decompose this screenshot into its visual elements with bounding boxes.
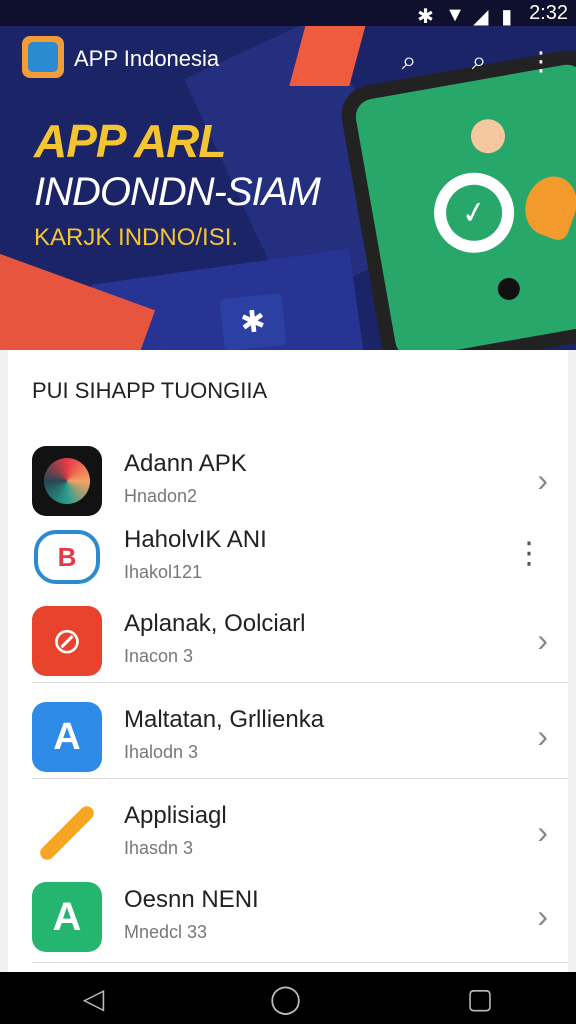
- camera-dot: [496, 276, 522, 302]
- app-name: Maltatan, Grllienka: [124, 706, 325, 733]
- hero-headline-3: KARJK INDNO/ISI.: [34, 224, 239, 251]
- search-icon[interactable]: ⌕: [394, 45, 424, 76]
- divider: [32, 778, 568, 779]
- list-item[interactable]: ⊘ Aplanak, Oolciarl Inacon 3 ›: [8, 594, 568, 690]
- app-subtitle: Ihasdn 3: [124, 838, 194, 858]
- status-bar: ✱ ▼ ◢ ▮ 2:32: [0, 0, 576, 28]
- app-name: Adann APK: [124, 450, 247, 477]
- hero-headline-2: INDONDN-SIAM: [34, 170, 321, 214]
- app-name: Oesnn NENI: [124, 886, 259, 913]
- gear-icon: ✱: [238, 304, 268, 340]
- list-item[interactable]: B HaholvIK ANI Ihakol121 ⋮: [8, 510, 568, 606]
- battery-icon: ▮: [501, 6, 513, 28]
- app-name: HaholvIK ANI: [124, 526, 267, 553]
- section-title: PUI SIHAPP TUONGIIA: [32, 378, 268, 403]
- chat-bubble-icon: ✓: [427, 166, 521, 260]
- app-subtitle: Ihalodn 3: [124, 742, 199, 762]
- wifi-icon: ▼: [445, 4, 465, 26]
- search-icon[interactable]: ⌕: [464, 45, 494, 76]
- chevron-right-icon[interactable]: ›: [537, 814, 548, 851]
- app-list-card: PUI SIHAPP TUONGIIA Adann APK Hnadon2 › …: [8, 350, 568, 972]
- more-vert-icon[interactable]: ⋮: [526, 46, 556, 76]
- chevron-right-icon[interactable]: ›: [537, 718, 548, 755]
- divider: [32, 682, 568, 683]
- list-item[interactable]: A Oesnn NENI Mnedcl 33 ›: [8, 870, 568, 966]
- app-subtitle: Ihakol121: [124, 562, 203, 582]
- back-icon[interactable]: ◁: [83, 982, 105, 1015]
- bluetooth-icon: ✱: [417, 6, 434, 28]
- hero-headline-1: APP ARL: [34, 115, 226, 167]
- app-icon-chat: B: [32, 522, 102, 592]
- app-icon-a-green: A: [32, 882, 102, 952]
- settings-gear-button[interactable]: ✱: [219, 292, 287, 350]
- status-time: 2:32: [529, 1, 568, 24]
- app-name: Applisiagl: [124, 802, 227, 829]
- app-icon-a: A: [32, 702, 102, 772]
- app-subtitle: Inacon 3: [124, 646, 194, 666]
- signal-icon: ◢: [473, 6, 489, 28]
- chevron-right-icon[interactable]: ›: [537, 898, 548, 935]
- divider: [32, 962, 568, 963]
- app-icon-tool: [32, 798, 102, 868]
- app-name: Aplanak, Oolciarl: [124, 610, 306, 637]
- navigation-bar: ◁ ◯ ▢: [0, 972, 576, 1024]
- chevron-right-icon[interactable]: ›: [537, 622, 548, 659]
- app-icon-photo: ⊘: [32, 606, 102, 676]
- app-subtitle: Mnedcl 33: [124, 922, 208, 942]
- list-item[interactable]: A Maltatan, Grllienka Ihalodn 3 ›: [8, 690, 568, 786]
- more-vert-icon[interactable]: ⋮: [514, 536, 544, 571]
- recents-icon[interactable]: ▢: [467, 982, 493, 1015]
- home-icon[interactable]: ◯: [270, 982, 301, 1015]
- avatar-illustration: [468, 116, 508, 156]
- app-subtitle: Hnadon2: [124, 486, 198, 506]
- app-icon-camera: [32, 446, 102, 516]
- list-item[interactable]: Applisiagl Ihasdn 3 ›: [8, 786, 568, 882]
- chevron-right-icon[interactable]: ›: [537, 462, 548, 499]
- app-logo: [22, 36, 64, 78]
- app-title: APP Indonesia: [74, 46, 220, 71]
